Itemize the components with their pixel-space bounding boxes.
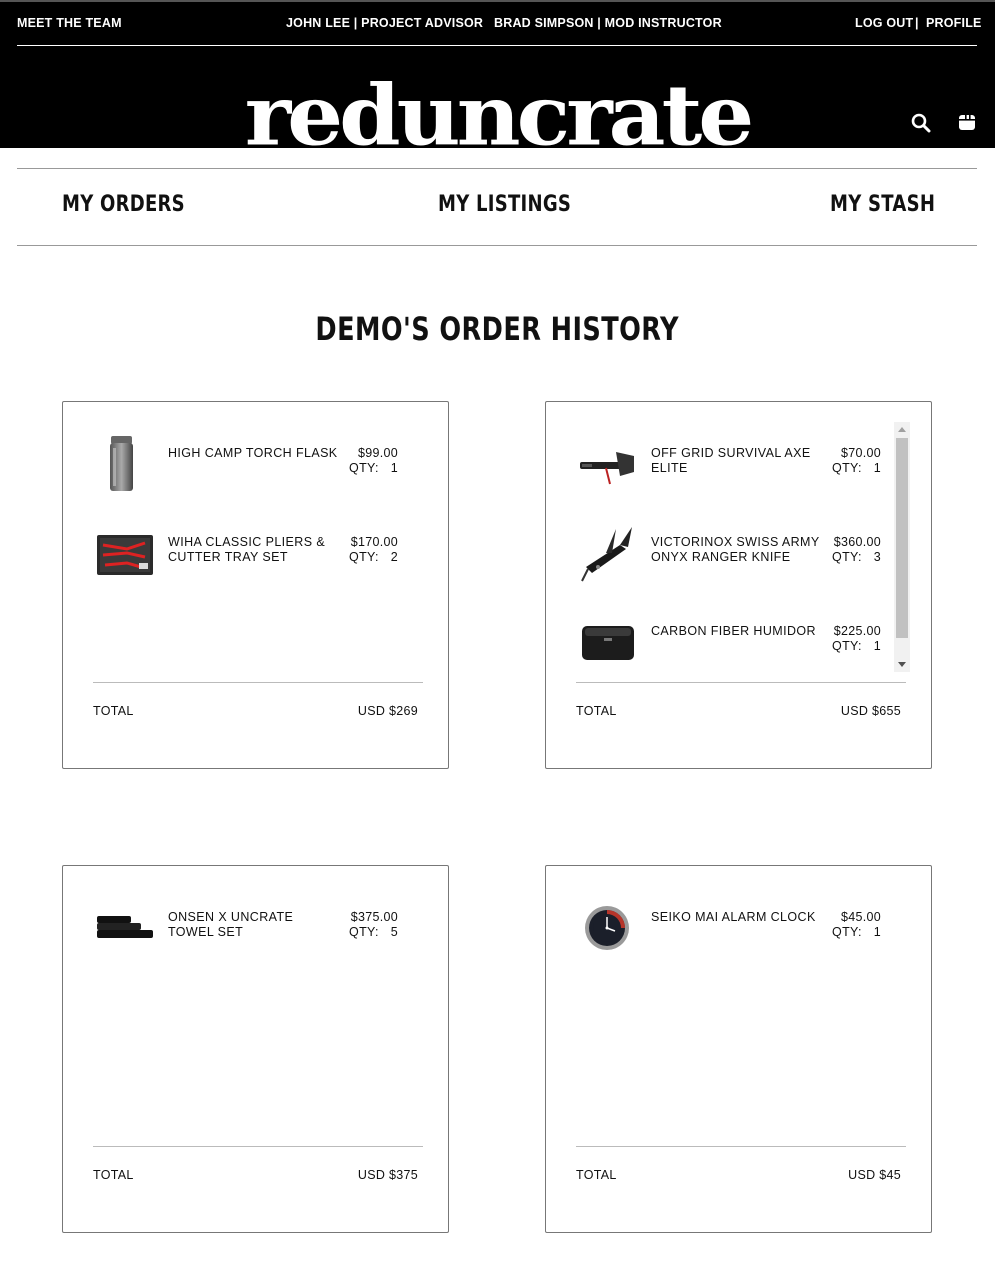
item-name: WIHA CLASSIC PLIERS & CUTTER TRAY SET (168, 535, 326, 564)
order-item[interactable]: CARBON FIBER HUMIDOR $225.00 QTY: 1 (576, 612, 896, 676)
order-card: HIGH CAMP TORCH FLASK $99.00 QTY: 1 WIHA … (62, 401, 449, 769)
item-quantity: QTY: 1 (349, 461, 398, 475)
profile-link[interactable]: PROFILE (926, 16, 982, 30)
mod-instructor-link[interactable]: BRAD SIMPSON | MOD INSTRUCTOR (494, 16, 722, 30)
qty-value: 1 (873, 925, 881, 939)
item-price: $360.00 (833, 535, 881, 549)
item-quantity: QTY: 2 (349, 550, 398, 564)
logout-link[interactable]: LOG OUT (855, 16, 913, 30)
total-label: TOTAL (93, 704, 134, 718)
item-quantity: QTY: 1 (832, 639, 881, 653)
humidor-icon (576, 612, 638, 672)
order-total: USD $655 (840, 704, 901, 718)
total-label: TOTAL (576, 1168, 617, 1182)
page-title: DEMO'S ORDER HISTORY (0, 310, 995, 348)
order-item[interactable]: HIGH CAMP TORCH FLASK $99.00 QTY: 1 (93, 434, 413, 498)
item-name: ONSEN X UNCRATE TOWEL SET (168, 910, 294, 939)
qty-label: QTY: (349, 461, 379, 475)
pliers-tray-icon (93, 523, 155, 583)
qty-label: QTY: (832, 461, 862, 475)
my-listings-tab[interactable]: MY LISTINGS (438, 192, 571, 217)
order-total: USD $375 (357, 1168, 418, 1182)
order-card: ONSEN X UNCRATE TOWEL SET $375.00 QTY: 5 … (62, 865, 449, 1233)
nav-separator: | (915, 16, 919, 30)
scroll-thumb[interactable] (896, 438, 908, 638)
qty-value: 1 (873, 461, 881, 475)
my-orders-tab[interactable]: MY ORDERS (62, 192, 185, 217)
item-price: $375.00 (350, 910, 398, 924)
project-advisor-link[interactable]: JOHN LEE | PROJECT ADVISOR (286, 16, 483, 30)
qty-label: QTY: (349, 550, 379, 564)
qty-label: QTY: (832, 639, 862, 653)
card-divider (576, 1146, 906, 1147)
total-label: TOTAL (576, 704, 617, 718)
my-stash-tab[interactable]: MY STASH (830, 192, 935, 217)
search-icon[interactable] (911, 113, 933, 135)
item-quantity: QTY: 1 (832, 461, 881, 475)
qty-label: QTY: (832, 550, 862, 564)
item-price: $170.00 (350, 535, 398, 549)
order-card: SEIKO MAI ALARM CLOCK $45.00 QTY: 1 TOTAL… (545, 865, 932, 1233)
item-quantity: QTY: 1 (832, 925, 881, 939)
item-name: CARBON FIBER HUMIDOR (651, 624, 816, 638)
order-item[interactable]: VICTORINOX SWISS ARMY ONYX RANGER KNIFE … (576, 523, 896, 587)
flask-icon (93, 434, 155, 494)
crate-icon[interactable] (957, 112, 979, 134)
site-logo[interactable]: reduncrate (0, 60, 995, 150)
qty-label: QTY: (832, 925, 862, 939)
card-divider (576, 682, 906, 683)
card-divider (93, 1146, 423, 1147)
item-price: $70.00 (840, 446, 881, 460)
item-name: SEIKO MAI ALARM CLOCK (651, 910, 816, 924)
item-price: $225.00 (833, 624, 881, 638)
towel-icon (93, 898, 155, 958)
subnav-bottom-divider (17, 245, 977, 246)
logo-text: reduncrate (244, 65, 754, 150)
qty-label: QTY: (349, 925, 379, 939)
order-card: OFF GRID SURVIVAL AXE ELITE $70.00 QTY: 1… (545, 401, 932, 769)
qty-value: 5 (390, 925, 398, 939)
item-name: OFF GRID SURVIVAL AXE ELITE (651, 446, 811, 475)
item-price: $99.00 (357, 446, 398, 460)
axe-icon (576, 434, 638, 494)
item-name: HIGH CAMP TORCH FLASK (168, 446, 338, 460)
item-price: $45.00 (840, 910, 881, 924)
scroll-down-icon[interactable] (898, 662, 906, 667)
scroll-up-icon[interactable] (898, 427, 906, 432)
order-item[interactable]: OFF GRID SURVIVAL AXE ELITE $70.00 QTY: 1 (576, 434, 896, 498)
order-item[interactable]: SEIKO MAI ALARM CLOCK $45.00 QTY: 1 (576, 898, 896, 962)
order-items-scrollbar[interactable] (894, 422, 910, 672)
qty-value: 3 (873, 550, 881, 564)
qty-value: 1 (390, 461, 398, 475)
item-name: VICTORINOX SWISS ARMY ONYX RANGER KNIFE (651, 535, 820, 564)
qty-value: 1 (873, 639, 881, 653)
total-label: TOTAL (93, 1168, 134, 1182)
order-total: USD $45 (848, 1168, 901, 1182)
order-item[interactable]: WIHA CLASSIC PLIERS & CUTTER TRAY SET $1… (93, 523, 413, 587)
top-bar: MEET THE TEAM JOHN LEE | PROJECT ADVISOR… (0, 2, 995, 46)
order-total: USD $269 (357, 704, 418, 718)
page-title-text: DEMO'S ORDER HISTORY (315, 310, 680, 348)
item-quantity: QTY: 3 (832, 550, 881, 564)
card-divider (93, 682, 423, 683)
knife-icon (576, 523, 638, 583)
item-quantity: QTY: 5 (349, 925, 398, 939)
clock-icon (576, 898, 638, 958)
subnav-top-divider (17, 168, 977, 169)
meet-the-team-link[interactable]: MEET THE TEAM (17, 16, 122, 30)
site-header: MEET THE TEAM JOHN LEE | PROJECT ADVISOR… (0, 0, 995, 150)
header-divider (17, 45, 977, 46)
order-item[interactable]: ONSEN X UNCRATE TOWEL SET $375.00 QTY: 5 (93, 898, 413, 962)
qty-value: 2 (390, 550, 398, 564)
